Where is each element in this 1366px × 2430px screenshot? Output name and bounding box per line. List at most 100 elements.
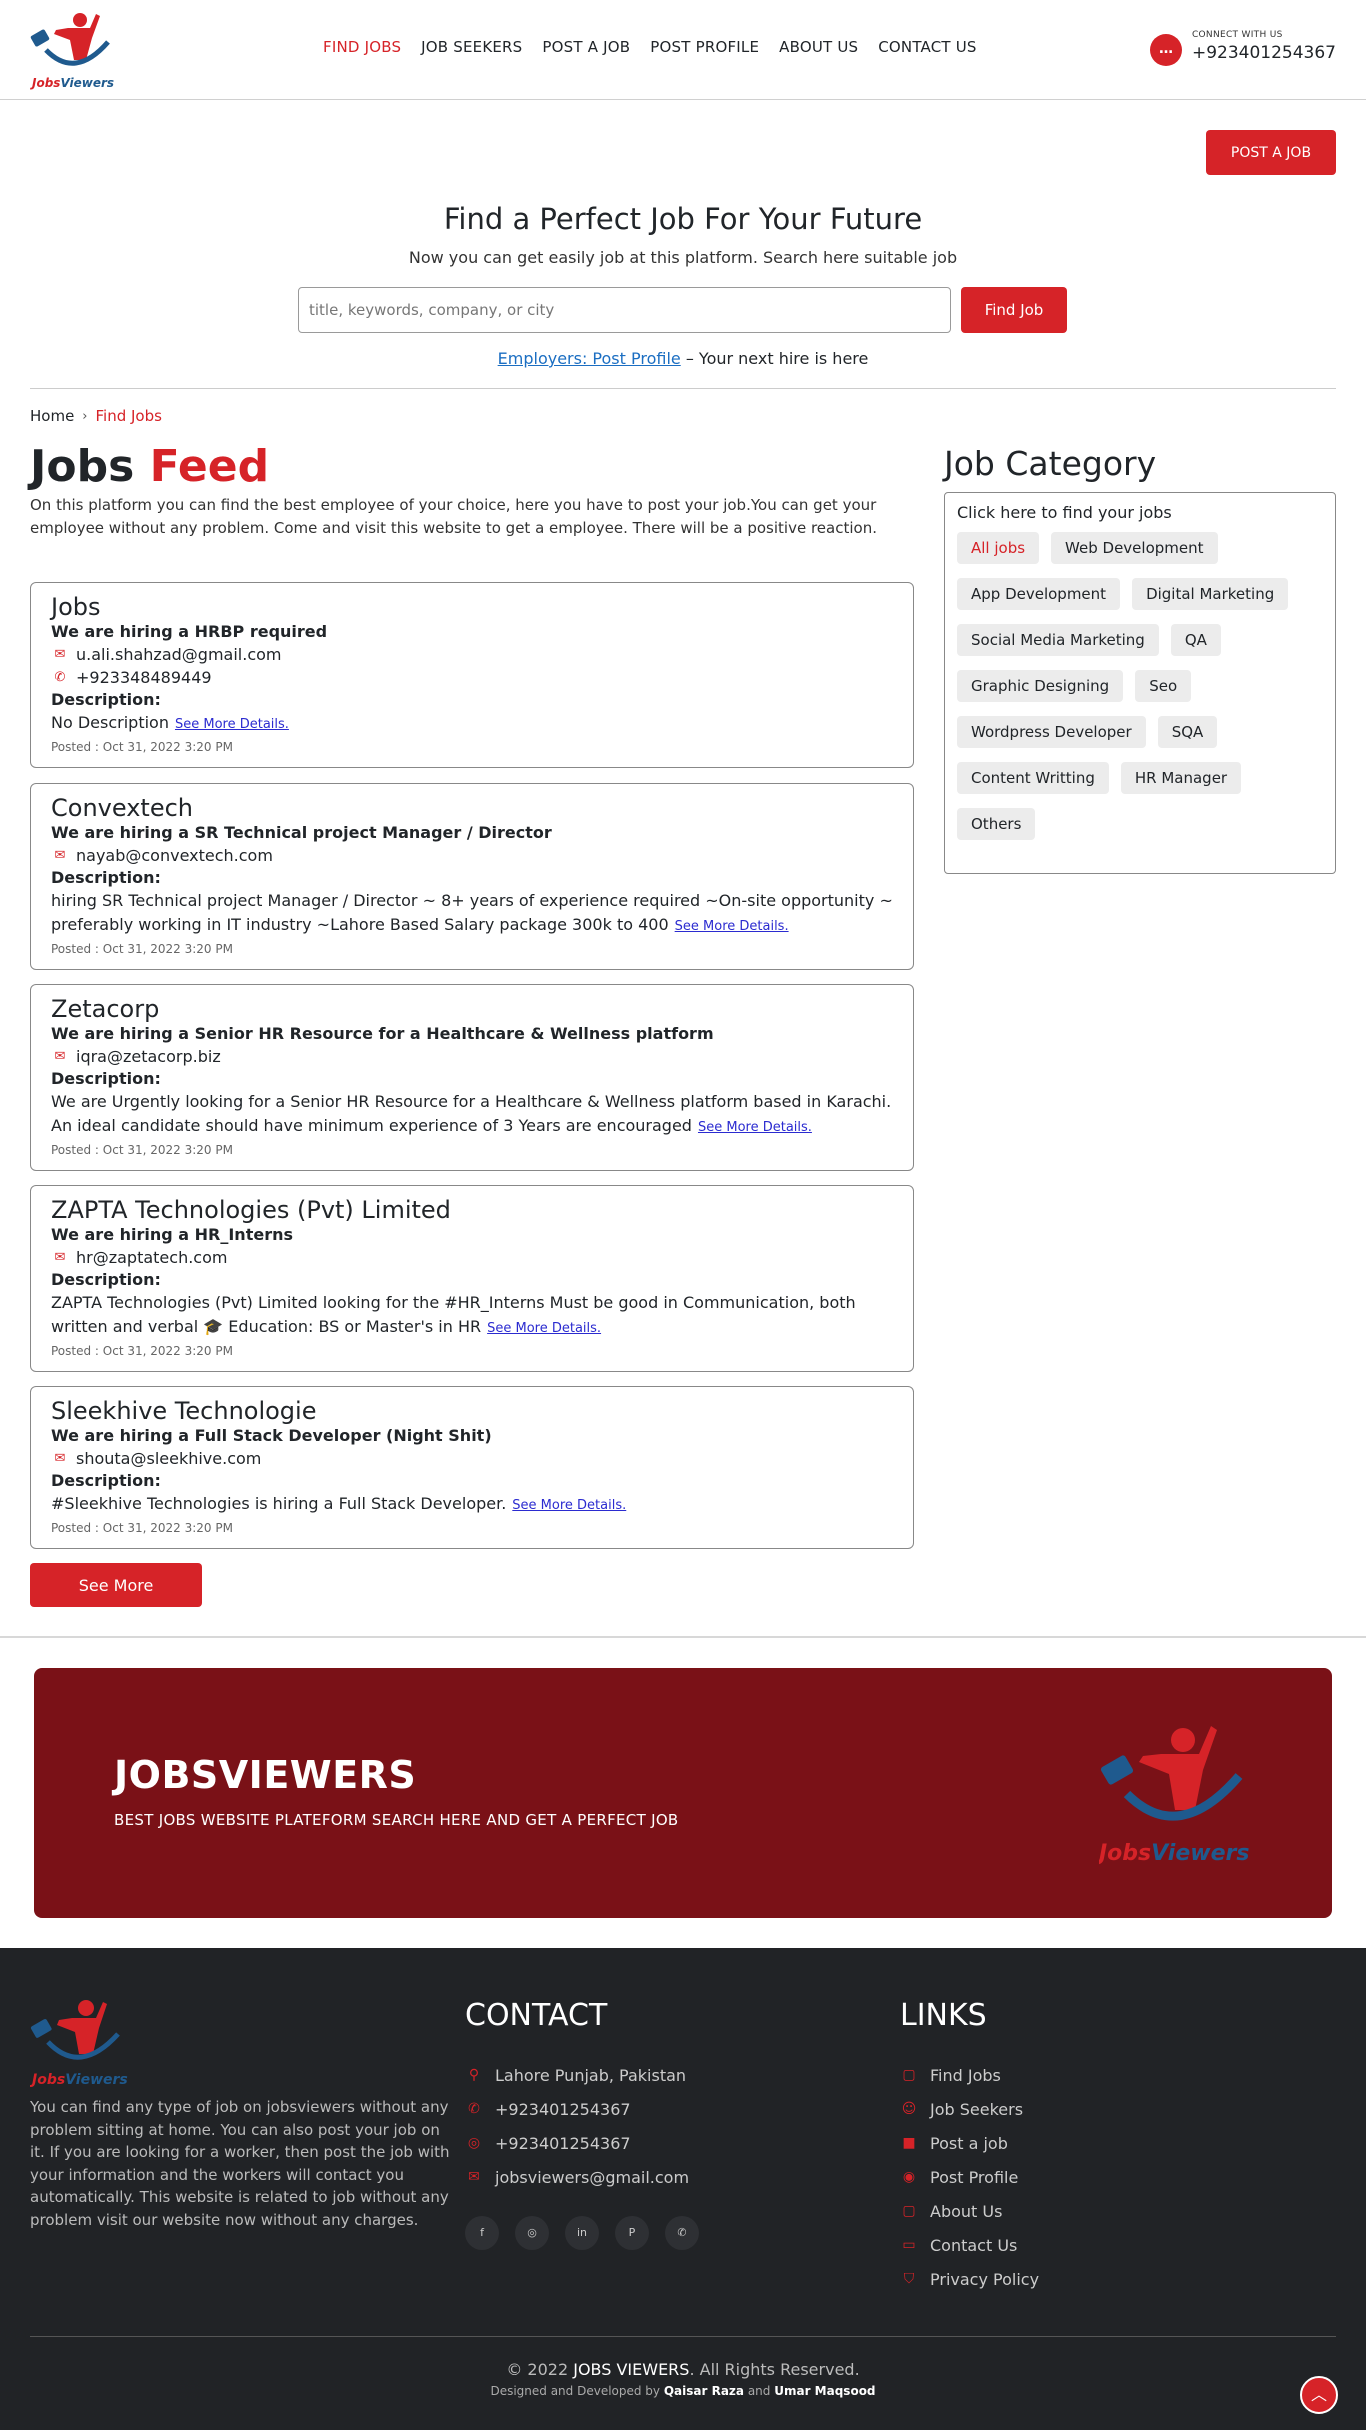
footer-about: You can find any type of job on jobsview…: [30, 2098, 450, 2229]
job-hiring: We are hiring a Senior HR Resource for a…: [51, 1024, 714, 1043]
category-tag[interactable]: Content Writting: [957, 762, 1109, 794]
job-description-label: Description:: [51, 1270, 161, 1289]
nav-post-profile[interactable]: POST PROFILE: [650, 38, 759, 56]
job-posted: Posted : Oct 31, 2022 3:20 PM: [51, 942, 233, 956]
category-tag[interactable]: App Development: [957, 578, 1121, 610]
employers-line: Employers: Post Profile – Your next hire…: [0, 349, 1366, 368]
scroll-to-top-icon[interactable]: ︿: [1300, 2376, 1338, 2414]
linkedin-icon[interactable]: in: [565, 2216, 599, 2250]
footer-links-list: ▢ Find Jobs ☺ Job Seekers ■ Post a job ◉ Pos…: [900, 2058, 1039, 2296]
job-description: No Description: [51, 713, 169, 732]
see-more-details-link[interactable]: See More Details.: [175, 717, 289, 732]
connect-with-us: … CONNECT WITH US +923401254367: [1149, 30, 1336, 66]
pinterest-icon[interactable]: P: [615, 2216, 649, 2250]
job-card: Jobs We are hiring a HRBP required ✉ u.al…: [30, 582, 914, 768]
hero-title: Find a Perfect Job For Your Future: [443, 202, 923, 236]
job-company: Convextech: [51, 794, 193, 822]
mail-icon: ✉: [54, 647, 66, 662]
mail-icon: ✉: [54, 1451, 66, 1466]
banner-logo: JobsViewers: [1095, 1718, 1249, 1872]
banner-logo-text: JobsViewers: [1099, 1841, 1249, 1866]
site-header: JobsViewers FIND JOBS JOB SEEKERS POST A…: [0, 0, 1366, 100]
logo-icon: JobsViewers: [29, 2000, 128, 2088]
category-tag[interactable]: Web Development: [1051, 532, 1218, 564]
job-email[interactable]: iqra@zetacorp.biz: [76, 1045, 221, 1068]
footer-contact-list: ⚲ Lahore Punjab, Pakistan ✆ +923401254367 …: [465, 2058, 689, 2194]
see-more-details-link[interactable]: See More Details.: [698, 1120, 812, 1135]
category-hint: Click here to find your jobs: [957, 503, 1172, 522]
footer-link[interactable]: ⛉ Privacy Policy: [900, 2262, 1039, 2296]
job-description: #Sleekhive Technologies is hiring a Full…: [51, 1494, 507, 1513]
promo-banner: JOBSVIEWERS BEST JOBS WEBSITE PLATEFORM …: [34, 1668, 1332, 1918]
category-tag[interactable]: QA: [1170, 624, 1221, 656]
footer-link[interactable]: ▢ Find Jobs: [900, 2058, 1039, 2092]
job-posted: Posted : Oct 31, 2022 3:20 PM: [51, 1344, 233, 1358]
search-input[interactable]: [298, 287, 951, 333]
job-company: Jobs: [51, 593, 101, 621]
job-description-label: Description:: [51, 868, 161, 887]
job-email[interactable]: u.ali.shahzad@gmail.com: [76, 643, 281, 666]
job-posted: Posted : Oct 31, 2022 3:20 PM: [51, 740, 233, 754]
site-logo[interactable]: JobsViewers: [30, 10, 120, 90]
category-tag[interactable]: Wordpress Developer: [957, 716, 1146, 748]
nav-find-jobs[interactable]: FIND JOBS: [323, 38, 401, 56]
post-a-job-button[interactable]: POST A JOB: [1206, 130, 1336, 175]
job-card: Convextech We are hiring a SR Technical …: [30, 783, 914, 970]
see-more-details-link[interactable]: See More Details.: [487, 1321, 601, 1336]
find-job-button[interactable]: Find Job: [961, 287, 1067, 333]
footer-link[interactable]: ▭ Contact Us: [900, 2228, 1039, 2262]
facebook-icon[interactable]: f: [465, 2216, 499, 2250]
banner-title: JOBSVIEWERS: [114, 1753, 417, 1797]
footer-contact-item[interactable]: ⚲ Lahore Punjab, Pakistan: [465, 2058, 689, 2092]
footer-contact-item[interactable]: ◎ +923401254367: [465, 2126, 689, 2160]
main-nav: FIND JOBS JOB SEEKERS POST A JOB POST PR…: [323, 38, 977, 56]
category-tag[interactable]: SQA: [1157, 716, 1218, 748]
whatsapp-icon: ◎: [467, 2135, 481, 2151]
whatsapp-icon[interactable]: ✆: [665, 2216, 699, 2250]
footer-link[interactable]: ■ Post a job: [900, 2126, 1039, 2160]
nav-contact-us[interactable]: CONTACT US: [878, 38, 976, 56]
job-company: Sleekhive Technologie: [51, 1397, 317, 1425]
footer-contact-item[interactable]: ✉ jobsviewers@gmail.com: [465, 2160, 689, 2194]
phone-icon: ✆: [54, 670, 66, 685]
category-title: Job Category: [944, 444, 1157, 483]
connect-phone[interactable]: +923401254367: [1192, 43, 1336, 63]
divider: [30, 388, 1336, 389]
job-phone[interactable]: +923348489449: [76, 666, 212, 689]
job-posted: Posted : Oct 31, 2022 3:20 PM: [51, 1143, 233, 1157]
job-email[interactable]: nayab@convextech.com: [76, 844, 273, 867]
category-tag[interactable]: HR Manager: [1120, 762, 1242, 794]
category-tag[interactable]: All jobs: [957, 532, 1040, 564]
mail-icon: ✉: [54, 1250, 66, 1265]
category-tag[interactable]: Graphic Designing: [957, 670, 1124, 702]
footer-contact-item[interactable]: ✆ +923401254367: [465, 2092, 689, 2126]
category-tag[interactable]: Social Media Marketing: [957, 624, 1159, 656]
see-more-details-link[interactable]: See More Details.: [512, 1498, 626, 1513]
job-email[interactable]: shouta@sleekhive.com: [76, 1447, 261, 1470]
employers-text: – Your next hire is here: [680, 349, 869, 368]
job-company: Zetacorp: [51, 995, 160, 1023]
employers-post-profile-link[interactable]: Employers: Post Profile: [498, 349, 681, 368]
category-tag[interactable]: Others: [957, 808, 1036, 840]
see-more-details-link[interactable]: See More Details.: [675, 919, 789, 934]
footer-links-title: LINKS: [900, 1998, 987, 2033]
footer-link[interactable]: ☺ Job Seekers: [900, 2092, 1039, 2126]
nav-post-a-job[interactable]: POST A JOB: [542, 38, 630, 56]
category-tag[interactable]: Digital Marketing: [1132, 578, 1289, 610]
footer-link[interactable]: ◉ Post Profile: [900, 2160, 1039, 2194]
instagram-icon[interactable]: ◎: [515, 2216, 549, 2250]
footer-link[interactable]: ▢ About Us: [900, 2194, 1039, 2228]
user-circle-icon: ◉: [902, 2169, 916, 2185]
nav-about-us[interactable]: ABOUT US: [779, 38, 858, 56]
job-email[interactable]: hr@zaptatech.com: [76, 1246, 227, 1269]
feed-description: On this platform you can find the best e…: [30, 496, 877, 537]
mail-icon: ✉: [468, 2169, 480, 2185]
logo-text: JobsViewers: [32, 76, 115, 90]
category-tag[interactable]: Seo: [1135, 670, 1192, 702]
job-description-label: Description:: [51, 1471, 161, 1490]
user-icon: ☺: [901, 2101, 917, 2117]
breadcrumb-home[interactable]: Home: [30, 407, 74, 425]
footer-logo-text: JobsViewers: [30, 2072, 128, 2088]
see-more-button[interactable]: See More: [30, 1563, 202, 1607]
nav-job-seekers[interactable]: JOB SEEKERS: [421, 38, 522, 56]
